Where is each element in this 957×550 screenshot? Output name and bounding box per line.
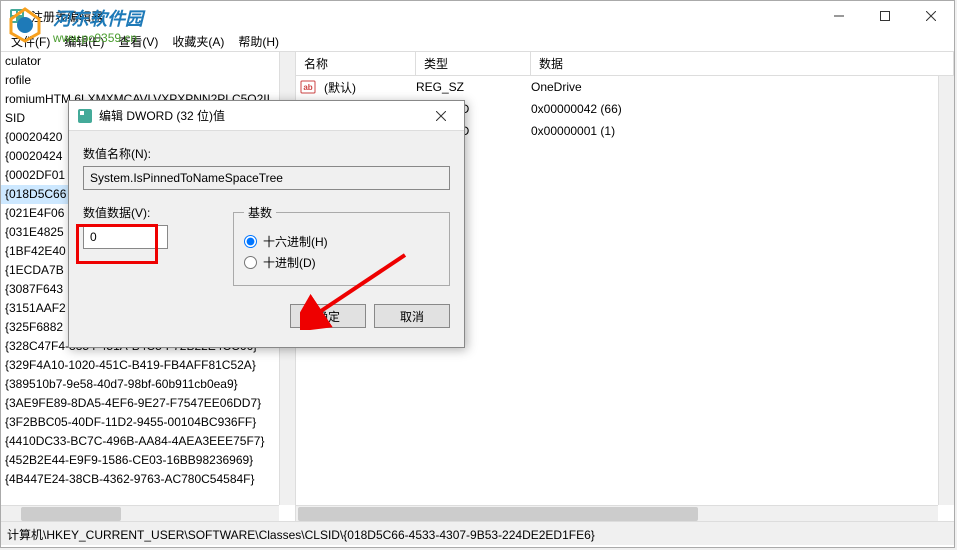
site-logo-icon	[5, 5, 45, 45]
menu-favorites[interactable]: 收藏夹(A)	[166, 31, 230, 51]
col-header-name[interactable]: 名称	[296, 52, 416, 76]
tree-item[interactable]: culator	[1, 52, 295, 71]
col-header-data[interactable]: 数据	[531, 52, 954, 76]
radio-hex-label: 十六进制(H)	[263, 233, 328, 250]
tree-item[interactable]: {452B2E44-E9F9-1586-CE03-16BB98236969}	[1, 451, 295, 470]
string-value-icon: ab	[300, 79, 318, 95]
watermark-title: 河东软件园	[53, 5, 143, 31]
maximize-button[interactable]	[862, 1, 908, 31]
ok-button[interactable]: 确定	[290, 304, 366, 328]
minimize-button[interactable]	[816, 1, 862, 31]
base-legend: 基数	[244, 204, 276, 221]
scrollbar-thumb[interactable]	[298, 507, 698, 521]
watermark-url: www.pc0359.cn	[53, 31, 143, 45]
titlebar: 注册表编辑器	[1, 1, 954, 31]
list-row[interactable]: ab (默认)REG_SZOneDrive	[296, 76, 954, 98]
radio-dec-row[interactable]: 十进制(D)	[244, 254, 439, 271]
menu-help[interactable]: 帮助(H)	[232, 31, 285, 51]
dialog-icon	[77, 108, 93, 124]
cancel-button[interactable]: 取消	[374, 304, 450, 328]
svg-text:ab: ab	[303, 83, 312, 92]
tree-item[interactable]: {329F4A10-1020-451C-B419-FB4AFF81C52A}	[1, 356, 295, 375]
data-input[interactable]	[83, 225, 168, 249]
tree-item[interactable]: {4B447E24-38CB-4362-9763-AC780C54584F}	[1, 470, 295, 489]
base-fieldset: 基数 十六进制(H) 十进制(D)	[233, 204, 450, 286]
radio-hex[interactable]	[244, 235, 257, 248]
scrollbar-thumb[interactable]	[21, 507, 121, 521]
row-name: (默认)	[322, 79, 416, 96]
row-data: 0x00000001 (1)	[531, 124, 954, 138]
status-path: 计算机\HKEY_CURRENT_USER\SOFTWARE\Classes\C…	[7, 528, 595, 542]
data-label: 数值数据(V):	[83, 204, 213, 221]
dialog-title: 编辑 DWORD (32 位)值	[99, 107, 225, 124]
radio-dec-label: 十进制(D)	[263, 254, 316, 271]
watermark-overlay: 河东软件园 www.pc0359.cn	[5, 5, 143, 45]
tree-horizontal-scrollbar[interactable]	[1, 505, 279, 521]
list-horizontal-scrollbar[interactable]	[296, 505, 938, 521]
row-data: OneDrive	[531, 80, 954, 94]
statusbar: 计算机\HKEY_CURRENT_USER\SOFTWARE\Classes\C…	[1, 521, 954, 545]
radio-hex-row[interactable]: 十六进制(H)	[244, 233, 439, 250]
row-type: REG_SZ	[416, 80, 531, 94]
dialog-close-button[interactable]	[418, 101, 464, 131]
tree-item[interactable]: {3AE9FE89-8DA5-4EF6-9E27-F7547EE06DD7}	[1, 394, 295, 413]
tree-item[interactable]: {3F2BBC05-40DF-11D2-9455-00104BC936FF}	[1, 413, 295, 432]
name-input[interactable]	[83, 166, 450, 190]
tree-item[interactable]: rofile	[1, 71, 295, 90]
row-data: 0x00000042 (66)	[531, 102, 954, 116]
name-label: 数值名称(N):	[83, 145, 450, 162]
tree-item[interactable]: {4410DC33-BC7C-496B-AA84-4AEA3EEE75F7}	[1, 432, 295, 451]
close-button[interactable]	[908, 1, 954, 31]
col-header-type[interactable]: 类型	[416, 52, 531, 76]
list-header: 名称 类型 数据	[296, 52, 954, 76]
tree-item[interactable]: {389510b7-9e58-40d7-98bf-60b911cb0ea9}	[1, 375, 295, 394]
list-vertical-scrollbar[interactable]	[938, 76, 954, 505]
radio-dec[interactable]	[244, 256, 257, 269]
menubar: 文件(F) 编辑(E) 查看(V) 收藏夹(A) 帮助(H)	[1, 31, 954, 51]
edit-dword-dialog: 编辑 DWORD (32 位)值 数值名称(N): 数值数据(V): 基数 十六…	[68, 100, 465, 348]
dialog-titlebar: 编辑 DWORD (32 位)值	[69, 101, 464, 131]
